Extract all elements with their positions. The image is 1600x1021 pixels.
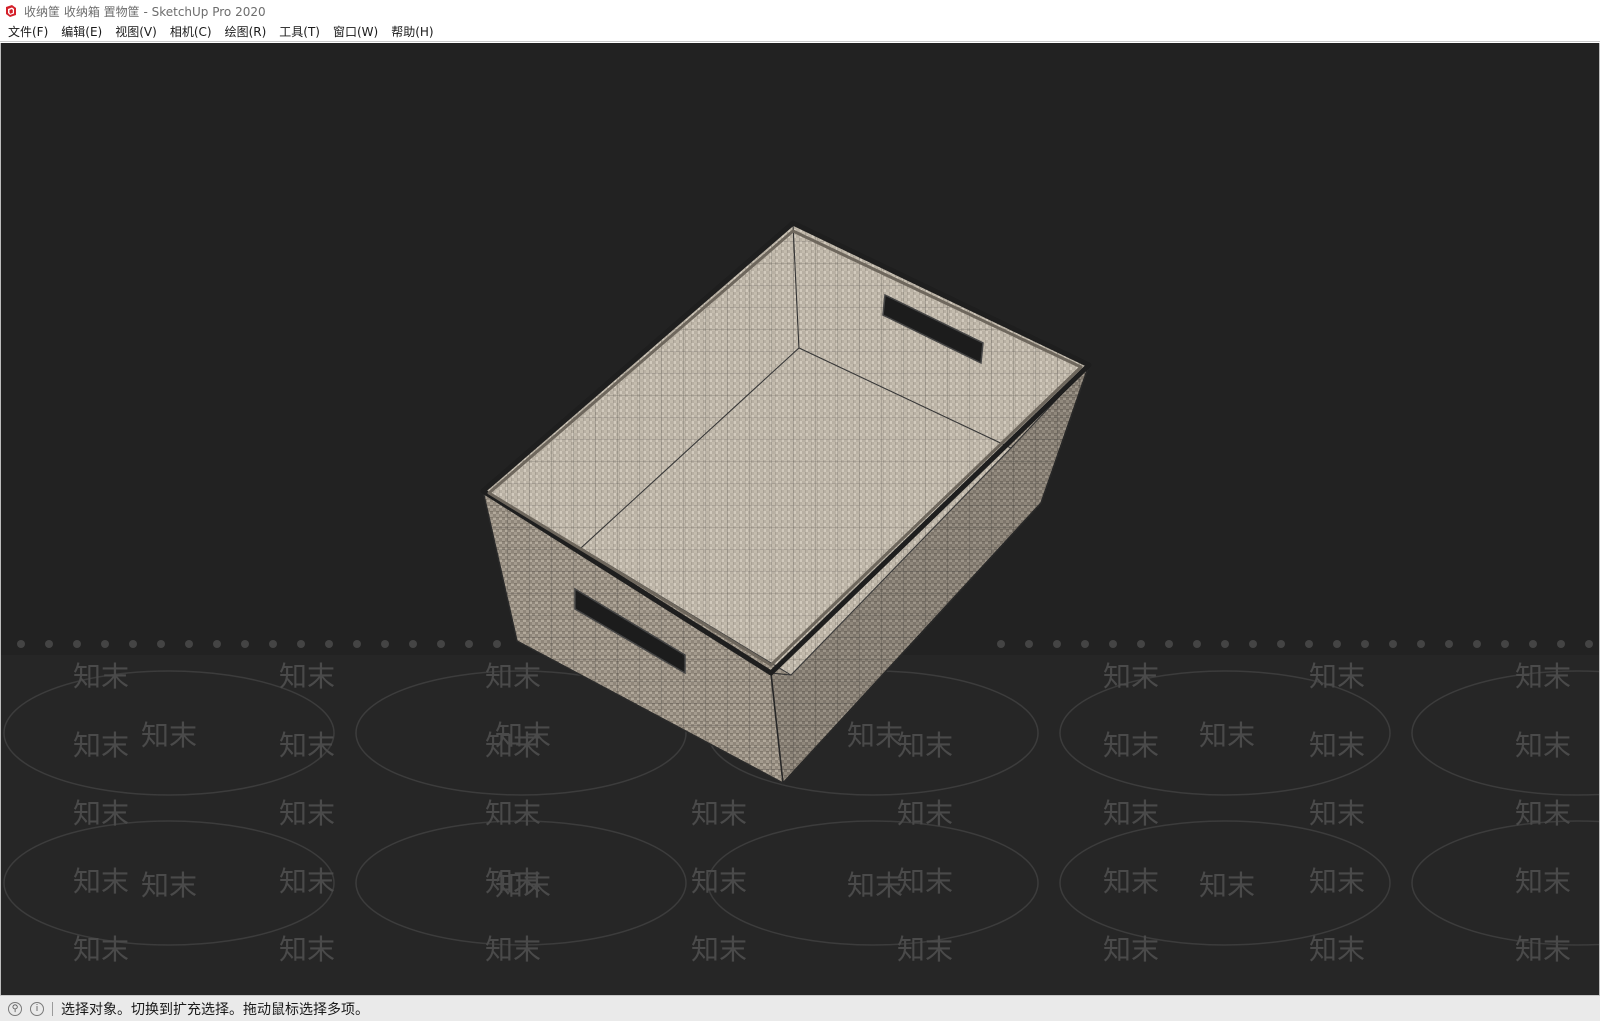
svg-text:知末: 知末 bbox=[1199, 869, 1255, 902]
svg-text:知末: 知末 bbox=[485, 797, 541, 830]
svg-text:知末: 知末 bbox=[691, 865, 747, 898]
svg-text:知末: 知末 bbox=[1515, 933, 1571, 966]
svg-text:知末: 知末 bbox=[485, 933, 541, 966]
svg-text:知末: 知末 bbox=[847, 869, 903, 902]
menu-bar: 文件(F) 编辑(E) 视图(V) 相机(C) 绘图(R) 工具(T) 窗口(W… bbox=[0, 22, 1600, 42]
svg-text:知末: 知末 bbox=[485, 729, 541, 762]
geo-location-icon[interactable]: ⚲ bbox=[8, 1001, 22, 1016]
svg-text:知末: 知末 bbox=[73, 797, 129, 830]
svg-text:知末: 知末 bbox=[1103, 660, 1159, 693]
info-icon[interactable]: i bbox=[30, 1001, 44, 1016]
model-viewport[interactable]: 知末 知末 知末 知末 知末 知末 知末 知末 知末 知末 知末 知末 知末 知… bbox=[0, 43, 1600, 995]
svg-text:知末: 知末 bbox=[73, 660, 129, 693]
svg-text:知末: 知末 bbox=[897, 797, 953, 830]
svg-text:知末: 知末 bbox=[485, 660, 541, 693]
menu-tools[interactable]: 工具(T) bbox=[273, 22, 326, 41]
svg-text:知末: 知末 bbox=[897, 729, 953, 762]
status-bar: ⚲ i 选择对象。切换到扩充选择。拖动鼠标选择多项。 bbox=[0, 995, 1600, 1021]
svg-text:知末: 知末 bbox=[847, 719, 903, 752]
svg-text:知末: 知末 bbox=[141, 719, 197, 752]
svg-text:知末: 知末 bbox=[897, 933, 953, 966]
svg-text:知末: 知末 bbox=[691, 797, 747, 830]
svg-text:知末: 知末 bbox=[691, 933, 747, 966]
title-bar: 收纳筐 收纳箱 置物筐 - SketchUp Pro 2020 bbox=[0, 0, 1600, 22]
svg-text:知末: 知末 bbox=[1515, 865, 1571, 898]
svg-text:知末: 知末 bbox=[897, 865, 953, 898]
svg-text:知末: 知末 bbox=[1103, 865, 1159, 898]
svg-text:知末: 知末 bbox=[279, 797, 335, 830]
svg-text:知末: 知末 bbox=[1309, 933, 1365, 966]
svg-text:知末: 知末 bbox=[1199, 719, 1255, 752]
menu-window[interactable]: 窗口(W) bbox=[327, 22, 384, 41]
svg-text:知末: 知末 bbox=[1103, 933, 1159, 966]
svg-text:知末: 知末 bbox=[1309, 865, 1365, 898]
menu-help[interactable]: 帮助(H) bbox=[385, 22, 439, 41]
svg-text:知末: 知末 bbox=[1309, 729, 1365, 762]
menu-file[interactable]: 文件(F) bbox=[2, 22, 54, 41]
svg-text:知末: 知末 bbox=[1515, 729, 1571, 762]
svg-text:知末: 知末 bbox=[1309, 797, 1365, 830]
svg-text:知末: 知末 bbox=[73, 729, 129, 762]
svg-text:知末: 知末 bbox=[73, 865, 129, 898]
svg-text:知末: 知末 bbox=[279, 660, 335, 693]
menu-camera[interactable]: 相机(C) bbox=[164, 22, 218, 41]
svg-text:知末: 知末 bbox=[279, 729, 335, 762]
svg-text:知末: 知末 bbox=[1103, 729, 1159, 762]
menu-draw[interactable]: 绘图(R) bbox=[219, 22, 273, 41]
svg-text:知末: 知末 bbox=[1515, 660, 1571, 693]
svg-text:知末: 知末 bbox=[73, 933, 129, 966]
svg-text:知末: 知末 bbox=[1103, 797, 1159, 830]
window-title: 收纳筐 收纳箱 置物筐 - SketchUp Pro 2020 bbox=[24, 4, 266, 19]
menu-edit[interactable]: 编辑(E) bbox=[55, 22, 108, 41]
svg-text:知末: 知末 bbox=[279, 865, 335, 898]
svg-text:知末: 知末 bbox=[279, 933, 335, 966]
menu-view[interactable]: 视图(V) bbox=[109, 22, 163, 41]
svg-text:知末: 知末 bbox=[1309, 660, 1365, 693]
svg-text:知末: 知末 bbox=[1515, 797, 1571, 830]
status-separator bbox=[52, 1001, 53, 1016]
svg-text:知末: 知末 bbox=[141, 869, 197, 902]
svg-text:知末: 知末 bbox=[495, 869, 551, 902]
status-message: 选择对象。切换到扩充选择。拖动鼠标选择多项。 bbox=[61, 1001, 369, 1018]
viewport-canvas: 知末 知末 知末 知末 知末 知末 知末 知末 知末 知末 知末 知末 知末 知… bbox=[1, 220, 1599, 995]
sketchup-app-icon[interactable] bbox=[4, 4, 18, 18]
